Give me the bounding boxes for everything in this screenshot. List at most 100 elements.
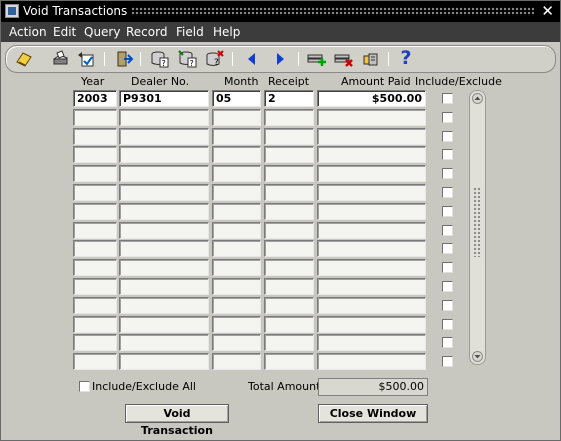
- record-dealer-field[interactable]: [119, 165, 209, 182]
- record-year-field[interactable]: [73, 353, 117, 370]
- record-include-exclude-checkbox[interactable]: [442, 319, 453, 330]
- record-receipt-field[interactable]: [264, 165, 314, 182]
- clear-form-icon[interactable]: [76, 50, 96, 68]
- save-icon[interactable]: [14, 50, 34, 68]
- record-include-exclude-checkbox[interactable]: [442, 131, 453, 142]
- record-dealer-field[interactable]: [119, 240, 209, 257]
- record-include-exclude-checkbox[interactable]: [442, 300, 453, 311]
- record-include-exclude-checkbox[interactable]: [442, 262, 453, 273]
- record-amount-field[interactable]: [317, 353, 426, 370]
- record-receipt-field[interactable]: [264, 259, 314, 276]
- record-dealer-field[interactable]: [119, 353, 209, 370]
- title-bar[interactable]: Void Transactions ✕: [1, 1, 560, 22]
- record-include-exclude-checkbox[interactable]: [442, 243, 453, 254]
- record-receipt-field[interactable]: [264, 278, 314, 295]
- menu-field[interactable]: Field: [176, 25, 204, 39]
- execute-query-icon[interactable]: ?: [178, 50, 198, 68]
- cancel-query-icon[interactable]: ?: [205, 50, 225, 68]
- menu-action[interactable]: Action: [9, 25, 47, 39]
- record-receipt-field[interactable]: 2: [264, 90, 314, 107]
- record-month-field[interactable]: [212, 146, 261, 163]
- scroll-thumb-grip[interactable]: [473, 187, 482, 257]
- void-transaction-button[interactable]: Void Transaction: [125, 404, 229, 437]
- exit-icon[interactable]: [114, 50, 134, 68]
- record-amount-field[interactable]: $500.00: [317, 90, 426, 107]
- record-dealer-field[interactable]: [119, 146, 209, 163]
- record-month-field[interactable]: [212, 240, 261, 257]
- record-dealer-field[interactable]: [119, 334, 209, 351]
- record-include-exclude-checkbox[interactable]: [442, 93, 453, 104]
- record-amount-field[interactable]: [317, 334, 426, 351]
- record-year-field[interactable]: [73, 259, 117, 276]
- scroll-down-icon[interactable]: [472, 351, 483, 362]
- record-year-field[interactable]: [73, 184, 117, 201]
- close-window-icon[interactable]: ✕: [541, 3, 554, 19]
- record-include-exclude-checkbox[interactable]: [442, 225, 453, 236]
- record-month-field[interactable]: [212, 128, 261, 145]
- record-dealer-field[interactable]: [119, 297, 209, 314]
- record-include-exclude-checkbox[interactable]: [442, 112, 453, 123]
- record-receipt-field[interactable]: [264, 222, 314, 239]
- record-receipt-field[interactable]: [264, 184, 314, 201]
- record-dealer-field[interactable]: [119, 128, 209, 145]
- enter-query-icon[interactable]: ?: [150, 50, 170, 68]
- record-receipt-field[interactable]: [264, 203, 314, 220]
- record-amount-field[interactable]: [317, 184, 426, 201]
- record-amount-field[interactable]: [317, 259, 426, 276]
- record-month-field[interactable]: [212, 334, 261, 351]
- record-include-exclude-checkbox[interactable]: [442, 149, 453, 160]
- record-month-field[interactable]: [212, 353, 261, 370]
- record-month-field[interactable]: [212, 297, 261, 314]
- record-month-field[interactable]: [212, 259, 261, 276]
- record-dealer-field[interactable]: [119, 222, 209, 239]
- record-year-field[interactable]: [73, 165, 117, 182]
- record-include-exclude-checkbox[interactable]: [442, 187, 453, 198]
- record-month-field[interactable]: 05: [212, 90, 261, 107]
- record-receipt-field[interactable]: [264, 297, 314, 314]
- record-year-field[interactable]: [73, 222, 117, 239]
- record-year-field[interactable]: 2003: [73, 90, 117, 107]
- record-receipt-field[interactable]: [264, 146, 314, 163]
- record-month-field[interactable]: [212, 109, 261, 126]
- record-year-field[interactable]: [73, 316, 117, 333]
- record-receipt-field[interactable]: [264, 334, 314, 351]
- record-year-field[interactable]: [73, 334, 117, 351]
- record-dealer-field[interactable]: [119, 278, 209, 295]
- record-year-field[interactable]: [73, 240, 117, 257]
- record-amount-field[interactable]: [317, 165, 426, 182]
- record-amount-field[interactable]: [317, 203, 426, 220]
- menu-query[interactable]: Query: [84, 25, 120, 39]
- record-year-field[interactable]: [73, 297, 117, 314]
- print-icon[interactable]: [50, 50, 70, 68]
- menu-record[interactable]: Record: [126, 25, 167, 39]
- record-month-field[interactable]: [212, 203, 261, 220]
- record-month-field[interactable]: [212, 165, 261, 182]
- record-include-exclude-checkbox[interactable]: [442, 206, 453, 217]
- record-dealer-field[interactable]: [119, 184, 209, 201]
- menu-edit[interactable]: Edit: [53, 25, 76, 39]
- previous-record-icon[interactable]: [242, 50, 262, 68]
- record-amount-field[interactable]: [317, 222, 426, 239]
- record-amount-field[interactable]: [317, 146, 426, 163]
- record-amount-field[interactable]: [317, 109, 426, 126]
- record-dealer-field[interactable]: P9301: [119, 90, 209, 107]
- record-receipt-field[interactable]: [264, 353, 314, 370]
- record-receipt-field[interactable]: [264, 128, 314, 145]
- record-receipt-field[interactable]: [264, 109, 314, 126]
- record-amount-field[interactable]: [317, 316, 426, 333]
- record-amount-field[interactable]: [317, 240, 426, 257]
- record-dealer-field[interactable]: [119, 203, 209, 220]
- record-dealer-field[interactable]: [119, 316, 209, 333]
- record-receipt-field[interactable]: [264, 240, 314, 257]
- insert-record-icon[interactable]: [307, 50, 327, 68]
- close-window-button[interactable]: Close Window: [318, 404, 428, 423]
- record-year-field[interactable]: [73, 203, 117, 220]
- record-month-field[interactable]: [212, 222, 261, 239]
- record-year-field[interactable]: [73, 109, 117, 126]
- record-month-field[interactable]: [212, 278, 261, 295]
- record-year-field[interactable]: [73, 278, 117, 295]
- record-dealer-field[interactable]: [119, 109, 209, 126]
- record-month-field[interactable]: [212, 316, 261, 333]
- next-record-icon[interactable]: [270, 50, 290, 68]
- lock-record-icon[interactable]: [361, 50, 381, 68]
